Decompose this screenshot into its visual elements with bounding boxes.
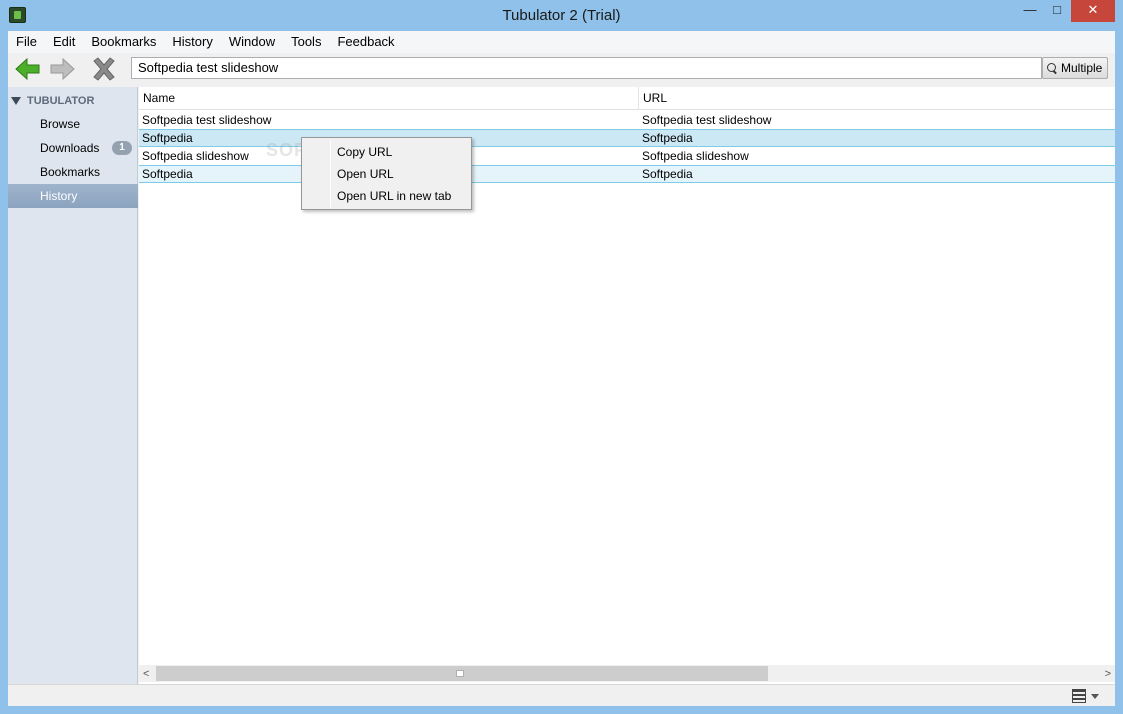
- cell-name: Softpedia: [142, 131, 193, 145]
- back-arrow-icon: [15, 57, 40, 81]
- app-frame: File Edit Bookmarks History Window Tools…: [8, 31, 1115, 706]
- stop-button[interactable]: [90, 56, 118, 82]
- context-menu: Copy URL Open URL Open URL in new tab: [301, 137, 472, 210]
- menu-feedback[interactable]: Feedback: [329, 31, 402, 53]
- cell-name: Softpedia: [142, 167, 193, 181]
- table-header: Name URL: [139, 87, 1115, 110]
- title-bar: Tubulator 2 (Trial) — □ ✕: [0, 0, 1123, 32]
- collapse-triangle-icon[interactable]: [11, 97, 21, 105]
- sidebar-item-bookmarks[interactable]: Bookmarks: [8, 160, 138, 184]
- cell-url: Softpedia test slideshow: [642, 113, 772, 127]
- horizontal-scrollbar[interactable]: < >: [139, 665, 1115, 682]
- sidebar-item-label: Downloads: [40, 141, 100, 155]
- table-row[interactable]: Softpedia Softpedia: [139, 165, 1115, 183]
- scrollbar-grip-icon: [456, 670, 464, 677]
- maximize-button[interactable]: □: [1046, 0, 1068, 22]
- menu-window[interactable]: Window: [221, 31, 283, 53]
- forward-button[interactable]: [48, 56, 76, 82]
- film-icon[interactable]: [1072, 689, 1086, 703]
- sidebar-item-label: Bookmarks: [40, 165, 101, 179]
- close-button[interactable]: ✕: [1071, 0, 1115, 22]
- scroll-right-icon[interactable]: >: [1105, 668, 1111, 680]
- toolbar: Softpedia test slideshow Multiple: [8, 53, 1115, 85]
- sidebar-item-downloads[interactable]: Downloads 1: [8, 136, 138, 160]
- downloads-count-badge: 1: [112, 141, 132, 155]
- sidebar-item-browse[interactable]: Browse: [8, 112, 138, 136]
- cell-url: Softpedia: [642, 131, 693, 145]
- menu-bookmarks[interactable]: Bookmarks: [83, 31, 164, 53]
- column-header-url[interactable]: URL: [639, 87, 1115, 110]
- address-input[interactable]: Softpedia test slideshow: [131, 57, 1042, 79]
- history-table: Name URL Softpedia test slideshow Softpe…: [139, 87, 1115, 684]
- table-row[interactable]: Softpedia test slideshow Softpedia test …: [139, 111, 1115, 129]
- sidebar-header[interactable]: TUBULATOR: [8, 93, 94, 109]
- menu-edit[interactable]: Edit: [45, 31, 83, 53]
- multiple-button[interactable]: Multiple: [1042, 57, 1108, 79]
- context-open-url[interactable]: Open URL: [304, 163, 469, 185]
- sidebar-header-label: TUBULATOR: [27, 95, 95, 107]
- cell-name: Softpedia test slideshow: [142, 113, 272, 127]
- scroll-left-icon[interactable]: <: [143, 668, 149, 680]
- sidebar: TUBULATOR Browse Downloads 1 Bookmarks H…: [8, 87, 138, 684]
- menu-tools[interactable]: Tools: [283, 31, 329, 53]
- forward-arrow-icon: [50, 57, 75, 81]
- sidebar-item-label: History: [40, 189, 78, 203]
- multiple-label: Multiple: [1061, 61, 1103, 75]
- window-title: Tubulator 2 (Trial): [502, 7, 621, 24]
- menu-history[interactable]: History: [164, 31, 220, 53]
- stop-x-icon: [93, 57, 115, 81]
- search-icon: [1047, 62, 1058, 74]
- chevron-down-icon[interactable]: [1091, 694, 1099, 699]
- cell-url: Softpedia slideshow: [642, 149, 749, 163]
- cell-name: Softpedia slideshow: [142, 149, 249, 163]
- menu-file[interactable]: File: [8, 31, 45, 53]
- scrollbar-thumb[interactable]: [156, 666, 768, 681]
- menu-bar: File Edit Bookmarks History Window Tools…: [8, 31, 1115, 53]
- status-bar: [8, 684, 1115, 706]
- context-open-url-new-tab[interactable]: Open URL in new tab: [304, 185, 469, 207]
- minimize-button[interactable]: —: [1019, 0, 1041, 22]
- column-header-name[interactable]: Name: [139, 87, 639, 110]
- back-button[interactable]: [14, 56, 42, 82]
- cell-url: Softpedia: [642, 167, 693, 181]
- context-copy-url[interactable]: Copy URL: [304, 141, 469, 163]
- sidebar-item-label: Browse: [40, 117, 81, 131]
- sidebar-item-history[interactable]: History: [8, 184, 138, 208]
